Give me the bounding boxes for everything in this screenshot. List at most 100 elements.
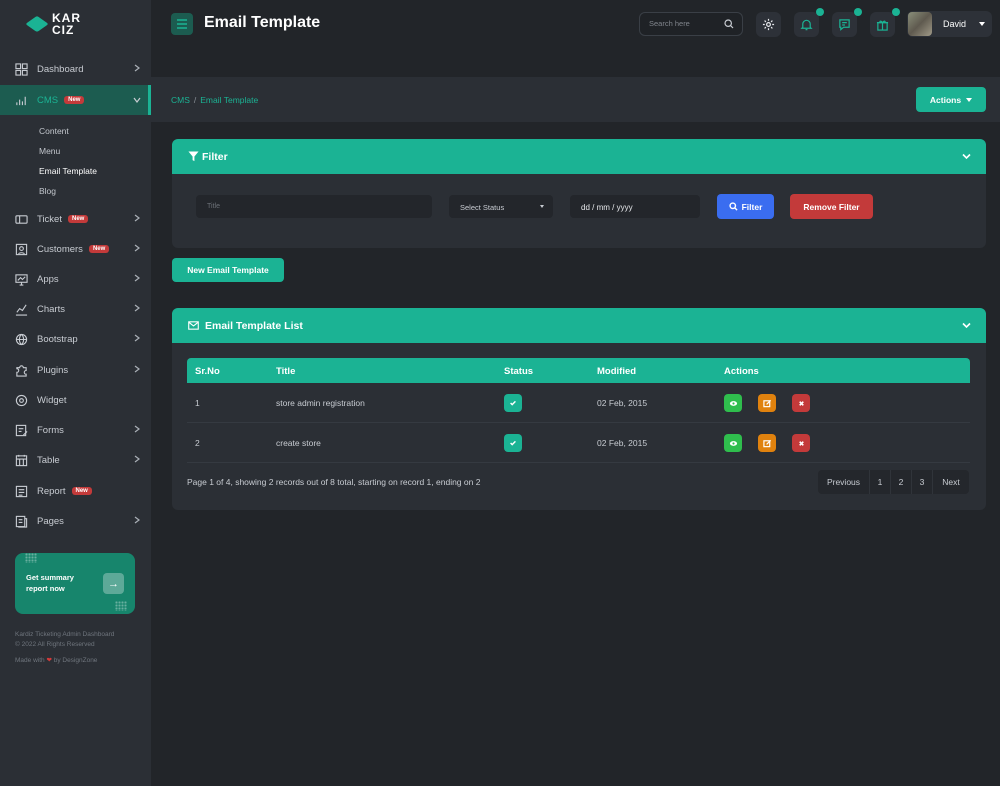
chat-icon [839, 19, 850, 31]
search-input[interactable] [649, 19, 719, 28]
chevron-right-icon [134, 244, 140, 252]
user-name: David [943, 19, 967, 29]
pagination-page-3[interactable]: 3 [912, 470, 933, 494]
summary-report-card[interactable]: Get summary report now → [15, 553, 135, 614]
sidebar-item-label: Customers [37, 243, 83, 255]
column-header[interactable]: Modified [597, 366, 636, 377]
edit-button[interactable] [758, 394, 776, 412]
eye-icon [729, 440, 737, 446]
pages-icon [15, 515, 28, 528]
list-title: Email Template List [205, 320, 303, 332]
gifts-button[interactable] [870, 8, 900, 37]
sidebar-item-forms[interactable]: Forms [0, 416, 151, 444]
sidebar-sub-blog[interactable]: Blog [39, 186, 56, 196]
sidebar-sub-menu[interactable]: Menu [39, 146, 60, 156]
delete-button[interactable] [792, 394, 810, 412]
pagination-page-2[interactable]: 2 [891, 470, 912, 494]
sidebar-item-label: CMS [37, 94, 59, 106]
messages-button[interactable] [832, 8, 862, 37]
search-box[interactable] [639, 12, 743, 36]
envelope-icon [188, 321, 199, 330]
cell-srno: 2 [195, 438, 200, 448]
gear-icon [762, 18, 775, 31]
edit-icon [762, 399, 771, 407]
date-filter-input[interactable]: dd / mm / yyyy [570, 195, 700, 218]
pagination-previous[interactable]: Previous [818, 470, 870, 494]
close-icon [798, 400, 804, 406]
table-row: 2 create store 02 Feb, 2015 [187, 423, 970, 463]
actions-button[interactable]: Actions [916, 87, 986, 112]
search-icon[interactable] [724, 19, 734, 29]
pagination-next[interactable]: Next [933, 470, 969, 494]
caret-down-icon [540, 205, 544, 208]
close-icon [798, 440, 804, 446]
sidebar-item-pages[interactable]: Pages [0, 507, 151, 535]
caret-down-icon [966, 97, 973, 102]
sidebar-sub-content[interactable]: Content [39, 126, 69, 136]
sidebar-item-label: Report [37, 485, 66, 497]
pagination-page-1[interactable]: 1 [870, 470, 891, 494]
globe-icon [15, 333, 28, 346]
edit-button[interactable] [758, 434, 776, 452]
sidebar-item-ticket[interactable]: Ticket New [0, 205, 151, 233]
sidebar-item-bootstrap[interactable]: Bootstrap [0, 325, 151, 353]
cell-modified: 02 Feb, 2015 [597, 398, 648, 408]
logo[interactable]: KAR CIZ [25, 12, 82, 36]
column-header[interactable]: Sr.No [195, 366, 220, 377]
sidebar-item-table[interactable]: Table [0, 446, 151, 474]
arrow-right-icon[interactable]: → [103, 573, 124, 594]
view-button[interactable] [724, 394, 742, 412]
sidebar-item-widget[interactable]: Widget [0, 386, 151, 414]
status-select[interactable]: Select Status [449, 195, 553, 218]
new-badge: New [64, 96, 85, 104]
chevron-down-icon[interactable] [962, 322, 971, 329]
sidebar-item-apps[interactable]: Apps [0, 265, 151, 293]
settings-button[interactable] [756, 12, 781, 37]
remove-filter-button[interactable]: Remove Filter [790, 194, 873, 219]
breadcrumb-cms[interactable]: CMS [171, 95, 190, 105]
delete-button[interactable] [792, 434, 810, 452]
sidebar-item-label: Pages [37, 515, 64, 527]
chevron-right-icon [134, 274, 140, 282]
filter-card: Filter Title Select Status dd / mm / yyy… [172, 139, 986, 248]
cell-title: create store [276, 438, 321, 448]
gift-icon [876, 20, 889, 31]
status-active-icon[interactable] [504, 394, 522, 412]
sidebar-sub-email-template[interactable]: Email Template [39, 166, 97, 176]
menu-toggle-button[interactable] [171, 13, 193, 35]
status-active-icon[interactable] [504, 434, 522, 452]
table-header: Sr.No Title Status Modified Actions [187, 358, 970, 383]
user-menu[interactable]: David [907, 11, 992, 37]
sidebar-item-label: Charts [37, 303, 65, 315]
charts-icon [15, 303, 28, 316]
sidebar-item-label: Table [37, 454, 60, 466]
column-header[interactable]: Title [276, 366, 295, 377]
chevron-right-icon [134, 455, 140, 463]
breadcrumb-bar: CMS / Email Template Actions [151, 77, 1000, 122]
pagination-info: Page 1 of 4, showing 2 records out of 8 … [187, 477, 481, 487]
widget-icon [15, 394, 28, 407]
search-icon [728, 202, 738, 211]
hamburger-icon [177, 19, 187, 29]
sidebar-item-charts[interactable]: Charts [0, 295, 151, 323]
title-filter-input[interactable]: Title [196, 195, 432, 218]
column-header[interactable]: Status [504, 366, 533, 377]
sidebar-item-label: Apps [37, 273, 59, 285]
avatar [908, 12, 932, 36]
sidebar-item-cms[interactable]: CMS New [0, 85, 151, 115]
sidebar-item-dashboard[interactable]: Dashboard [0, 55, 151, 83]
chevron-down-icon[interactable] [962, 153, 971, 160]
filter-button[interactable]: Filter [717, 194, 774, 219]
filter-card-header[interactable]: Filter [172, 139, 986, 174]
eye-icon [729, 400, 737, 406]
sidebar-item-plugins[interactable]: Plugins [0, 356, 151, 384]
sidebar-item-customers[interactable]: Customers New [0, 235, 151, 263]
new-email-template-button[interactable]: New Email Template [172, 258, 284, 282]
logo-icon [25, 15, 49, 33]
chevron-down-icon [133, 97, 141, 103]
sidebar-item-report[interactable]: Report New [0, 477, 151, 505]
view-button[interactable] [724, 434, 742, 452]
list-card-header[interactable]: Email Template List [172, 308, 986, 343]
notifications-button[interactable] [794, 8, 824, 37]
sidebar-item-label: Widget [37, 394, 67, 406]
